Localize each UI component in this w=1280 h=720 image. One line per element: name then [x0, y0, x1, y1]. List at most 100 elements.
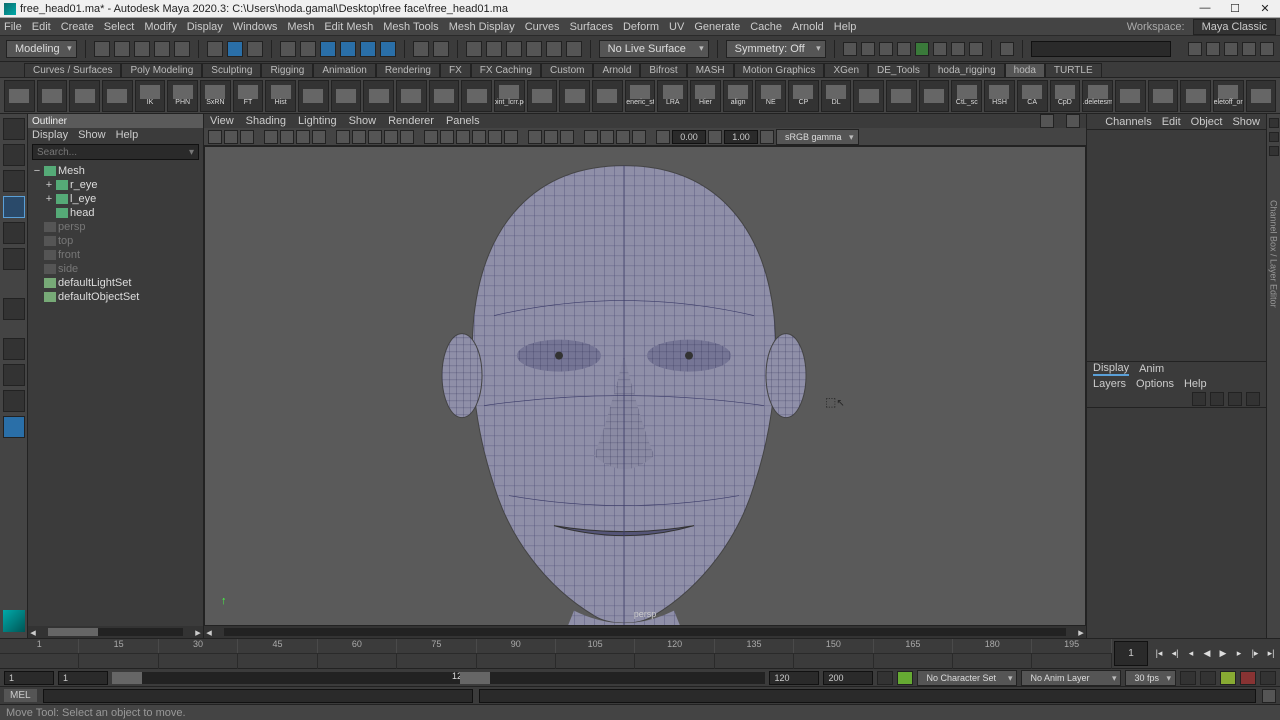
step-back-key-icon[interactable]: ◂| [1168, 647, 1182, 661]
shelf-tab[interactable]: Rigging [261, 63, 313, 77]
shelf-tab[interactable]: Sculpting [202, 63, 261, 77]
playback-end-field[interactable]: 120 [769, 671, 819, 685]
layer-list[interactable] [1087, 407, 1266, 639]
open-scene-icon[interactable] [114, 41, 130, 57]
playblast-icon[interactable] [915, 42, 929, 56]
vp-disp1-icon[interactable] [584, 130, 598, 144]
vp-safe-icon[interactable] [312, 130, 326, 144]
shelf-button[interactable]: SxRN [200, 80, 231, 112]
render-view-icon[interactable] [933, 42, 947, 56]
play-back-icon[interactable]: ◀ [1200, 647, 1214, 661]
shelf-tab[interactable]: FX [440, 63, 471, 77]
vp-aa-icon[interactable] [504, 130, 518, 144]
undo-icon[interactable] [154, 41, 170, 57]
toggle-chbox-icon[interactable] [1269, 118, 1279, 128]
shelf-button[interactable] [527, 80, 558, 112]
vp-image-plane-icon[interactable] [240, 130, 254, 144]
vp-disp4-icon[interactable] [632, 130, 646, 144]
select-tool[interactable] [3, 118, 25, 140]
shelf-tab[interactable]: TURTLE [1045, 63, 1102, 77]
hypershade-icon[interactable] [897, 42, 911, 56]
symmetry-dropdown[interactable]: Symmetry: Off [726, 40, 826, 58]
play-fwd-icon[interactable]: ▶ [1216, 647, 1230, 661]
history-b-icon[interactable] [526, 41, 542, 57]
vp-colorspace-dropdown[interactable]: sRGB gamma [776, 129, 859, 145]
range-start-field[interactable]: 1 [4, 671, 54, 685]
shelf-tab[interactable]: Arnold [593, 63, 640, 77]
toggle-d-icon[interactable] [1260, 42, 1274, 56]
toggle-a-icon[interactable] [1206, 42, 1220, 56]
shelf-button[interactable]: NE [755, 80, 786, 112]
vp-close-icon[interactable] [1066, 114, 1080, 128]
vp-menu-lighting[interactable]: Lighting [298, 115, 337, 127]
outliner-node[interactable]: front [28, 248, 203, 262]
snap-grid-icon[interactable] [280, 41, 296, 57]
shelf-button[interactable] [559, 80, 590, 112]
range-opts-icon[interactable] [877, 671, 893, 685]
shelf-tab[interactable]: Poly Modeling [121, 63, 202, 77]
layers-menu-help[interactable]: Help [1184, 378, 1207, 390]
vp-menu-renderer[interactable]: Renderer [388, 115, 434, 127]
panel-layout-icon[interactable] [1000, 42, 1014, 56]
vp-motion-icon[interactable] [488, 130, 502, 144]
step-fwd-icon[interactable]: ▸ [1232, 647, 1246, 661]
shelf-button[interactable] [461, 80, 492, 112]
vp-gate-icon[interactable] [280, 130, 294, 144]
outliner-menu-show[interactable]: Show [78, 129, 106, 141]
menu-mesh[interactable]: Mesh [287, 21, 314, 33]
loop-icon[interactable] [1180, 671, 1196, 685]
outliner-node[interactable]: side [28, 262, 203, 276]
current-frame-field[interactable]: 1 [1114, 641, 1148, 666]
shelf-button[interactable] [1180, 80, 1211, 112]
render-icon[interactable] [843, 42, 857, 56]
shelf-tab[interactable]: MASH [687, 63, 734, 77]
shelf-tab[interactable]: Motion Graphics [734, 63, 825, 77]
single-pane-icon[interactable] [3, 338, 25, 360]
range-end-field[interactable]: 200 [823, 671, 873, 685]
menu-select[interactable]: Select [104, 21, 135, 33]
shelf-button[interactable]: CP [788, 80, 819, 112]
outliner-scroll[interactable]: ◂▸ [28, 626, 203, 638]
shelf-button[interactable]: oror_pos.generic_stretched.co [625, 80, 656, 112]
menu-display[interactable]: Display [187, 21, 223, 33]
snap-live-icon[interactable] [380, 41, 396, 57]
workspace-dropdown[interactable]: Maya Classic [1193, 19, 1276, 35]
select-component-icon[interactable] [247, 41, 263, 57]
snap-curve-icon[interactable] [300, 41, 316, 57]
menu-surfaces[interactable]: Surfaces [570, 21, 613, 33]
layers-tab-anim[interactable]: Anim [1139, 363, 1164, 375]
vp-ao-icon[interactable] [472, 130, 486, 144]
shelf-tab[interactable]: FX Caching [471, 63, 541, 77]
cb-tab-edit[interactable]: Edit [1162, 116, 1181, 128]
shelf-tab[interactable]: Animation [313, 63, 375, 77]
shelf-button[interactable]: arm_or.leg_or.deletesmoke_r.lk_sylm [1082, 80, 1113, 112]
playback-start-field[interactable]: 1 [58, 671, 108, 685]
shelf-button[interactable]: HSH [984, 80, 1015, 112]
vp-textured-icon[interactable] [368, 130, 382, 144]
vp-gamma-field[interactable]: 1.00 [724, 130, 758, 144]
history-c-icon[interactable] [546, 41, 562, 57]
outliner-node[interactable]: +r_eye [28, 178, 203, 192]
vp-shaded-icon[interactable] [352, 130, 366, 144]
shelf-button[interactable]: LRA [657, 80, 688, 112]
snap-plane-icon[interactable] [340, 41, 356, 57]
live-toggle-icon[interactable] [413, 41, 429, 57]
anim-prefs-icon[interactable] [1260, 671, 1276, 685]
layers-menu-options[interactable]: Options [1136, 378, 1174, 390]
vp-menu-view[interactable]: View [210, 115, 234, 127]
vp-shadows-icon[interactable] [400, 130, 414, 144]
cb-tab-show[interactable]: Show [1232, 116, 1260, 128]
lasso-tool[interactable] [3, 144, 25, 166]
shelf-button[interactable] [1148, 80, 1179, 112]
shelf-button[interactable] [331, 80, 362, 112]
menu-modify[interactable]: Modify [144, 21, 176, 33]
shelf-button[interactable] [298, 80, 329, 112]
outliner-node[interactable]: persp [28, 220, 203, 234]
shelf-button[interactable]: Hist [265, 80, 296, 112]
menu-edit[interactable]: Edit [32, 21, 51, 33]
time-slider[interactable]: 1153045607590105120135150165180195 1 |◂ … [0, 638, 1280, 668]
cb-tab-channels[interactable]: Channels [1105, 116, 1151, 128]
construction-history-icon[interactable] [566, 41, 582, 57]
outliner-node[interactable]: top [28, 234, 203, 248]
pref-a-icon[interactable] [1200, 671, 1216, 685]
